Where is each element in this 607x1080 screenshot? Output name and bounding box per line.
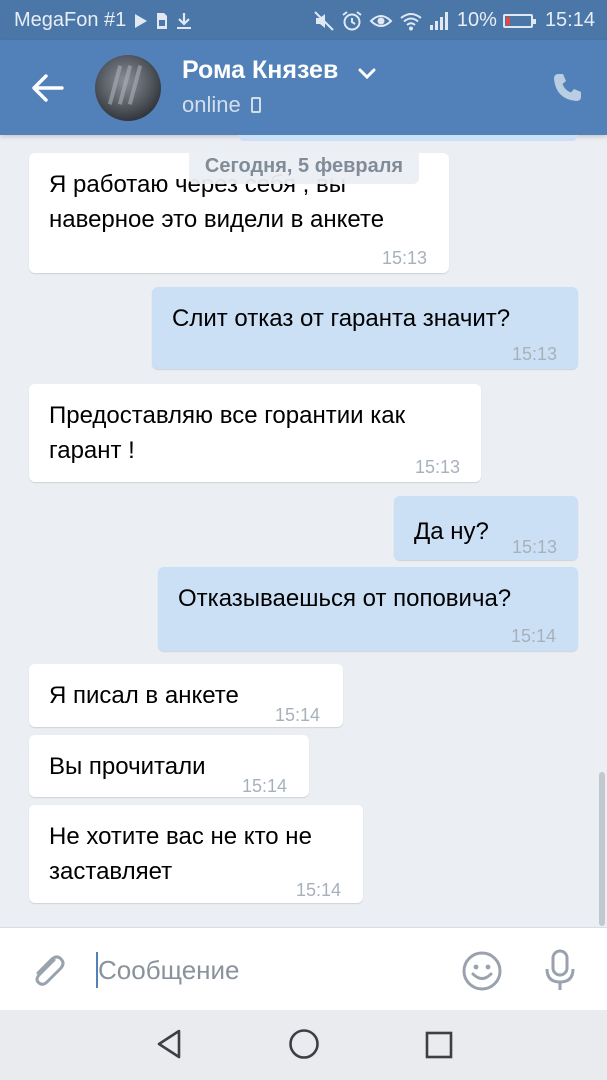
message-text: Предоставляю все горантии как гарант ! [49,402,406,464]
sim-icon [157,12,168,29]
message-bubble-incoming[interactable]: Предоставляю все горантии как гарант ! 1… [29,384,481,482]
message-time: 15:14 [296,880,342,900]
chat-header: Рома Князев online [0,40,607,135]
chevron-down-icon[interactable] [358,68,376,80]
message-time: 15:14 [242,776,288,796]
message-time: 15:14 [511,626,557,646]
message-text: Не хотите вас не кто не заставляет [49,823,312,885]
signal-icon [429,11,448,30]
message-bubble-incoming[interactable]: Не хотите вас не кто не заставляет 15:14 [29,805,363,903]
message-text: Вы прочитали [49,753,206,780]
play-icon [135,13,148,28]
phone-icon[interactable] [549,70,585,106]
date-separator: Сегодня, 5 февраля [189,148,419,184]
message-time: 15:13 [512,344,558,364]
back-triangle-icon[interactable] [155,1028,183,1060]
message-bubble-outgoing[interactable]: Отказываешься от поповича? 15:14 [158,567,578,651]
message-bubble-outgoing[interactable]: Слит отказ от гаранта значит? 15:13 [152,287,578,369]
text-cursor [96,952,98,988]
message-input[interactable] [94,950,438,990]
message-text: Слит отказ от гаранта значит? [172,305,511,332]
emoji-icon[interactable] [461,950,503,992]
message-bubble-incoming[interactable]: Я писал в анкете 15:14 [29,664,343,727]
message-text: Да ну? [414,518,489,545]
contact-name[interactable]: Рома Князев [182,56,338,85]
contact-status: online [182,92,261,118]
back-arrow-icon[interactable] [28,68,68,108]
avatar[interactable] [95,55,161,121]
message-text: Я писал в анкете [49,682,239,709]
message-composer [0,927,607,1011]
message-time: 15:13 [382,248,428,268]
clock: 15:14 [544,9,595,31]
eye-icon [369,14,393,27]
message-bubble-outgoing[interactable]: Да ну? 15:13 [394,496,578,560]
previous-message-edge [238,135,578,141]
status-bar: MegaFon #1 10% 15:14 [0,0,607,40]
mobile-device-icon [250,97,261,113]
online-status: online [182,92,241,117]
battery-icon [502,13,536,28]
message-list[interactable]: Я работаю через себя , вы наверное это в… [0,135,607,927]
status-right: 10% 15:14 [313,9,595,32]
message-time: 15:14 [275,705,321,725]
status-left: MegaFon #1 [14,9,192,32]
alarm-icon [342,10,362,30]
recent-square-icon[interactable] [425,1031,453,1059]
home-circle-icon[interactable] [287,1027,321,1061]
carrier-label: MegaFon #1 [14,9,127,31]
download-icon [177,12,192,29]
message-bubble-incoming[interactable]: Вы прочитали 15:14 [29,735,309,797]
system-nav-bar [0,1010,607,1080]
message-time: 15:13 [415,457,461,477]
mute-icon [314,10,334,31]
microphone-icon[interactable] [542,948,578,994]
message-text: Отказываешься от поповича? [178,585,512,612]
message-time: 15:13 [512,537,558,557]
paperclip-icon[interactable] [28,950,68,990]
wifi-icon [400,12,422,30]
battery-percent: 10% [456,9,497,31]
scrollbar[interactable] [599,772,605,926]
